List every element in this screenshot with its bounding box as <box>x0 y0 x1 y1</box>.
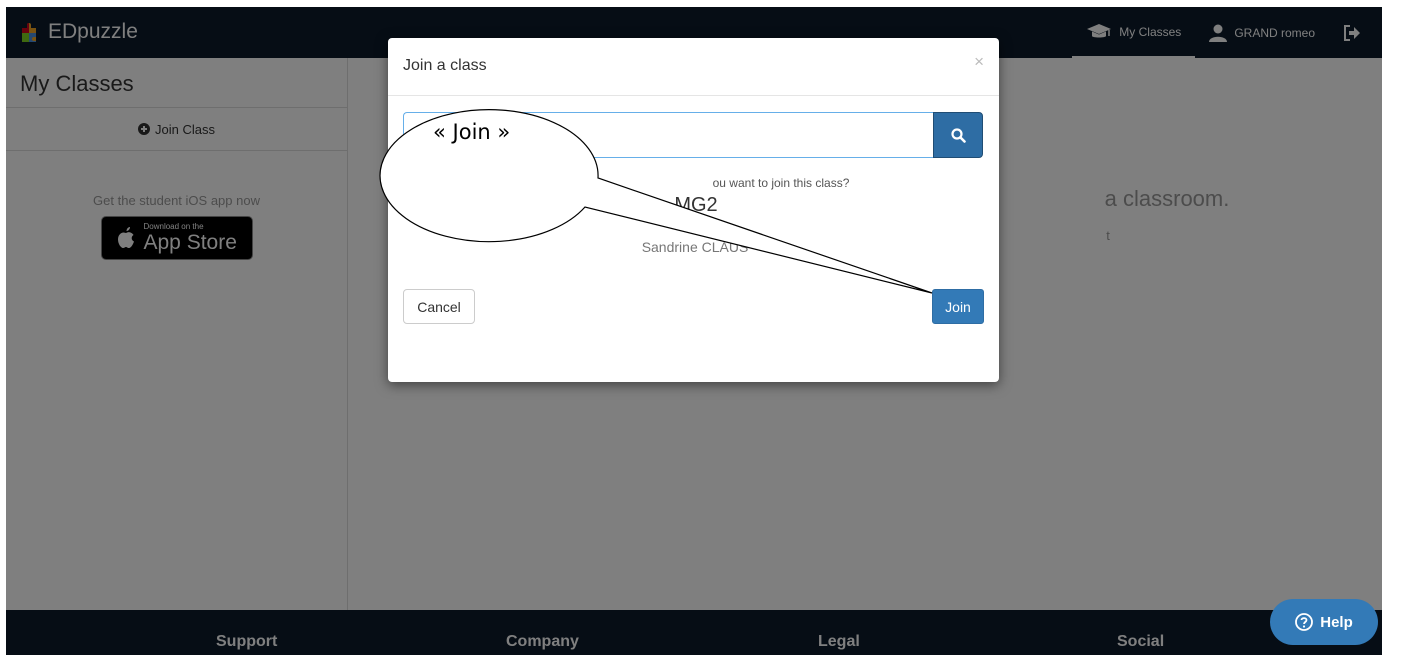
search-icon <box>950 127 966 143</box>
modal-title: Join a class <box>403 57 487 74</box>
class-name: MG2 <box>403 194 983 217</box>
teacher-name-text: Sandrine CLAUS <box>641 239 749 255</box>
modal-header: Join a class × <box>388 38 999 96</box>
join-button[interactable]: Join <box>932 289 984 324</box>
join-question: ou want to join this class? <box>403 176 983 190</box>
annotation-text: « Join » <box>433 120 511 144</box>
app-window: EDpuzzle My Classes GRAND romeo <box>6 7 1382 655</box>
join-question-text: ou want to join this class? <box>712 176 850 190</box>
help-label: Help <box>1320 613 1353 631</box>
class-name-text: MG2 <box>674 194 718 216</box>
search-button[interactable] <box>933 112 983 158</box>
teacher-name: Sandrine CLAUS <box>403 239 983 255</box>
cancel-button[interactable]: Cancel <box>403 289 475 324</box>
close-icon[interactable]: × <box>974 52 984 72</box>
help-button[interactable]: Help <box>1270 599 1378 645</box>
question-circle-icon <box>1295 613 1314 631</box>
join-class-modal: Join a class × ou want to join this clas… <box>388 38 999 382</box>
